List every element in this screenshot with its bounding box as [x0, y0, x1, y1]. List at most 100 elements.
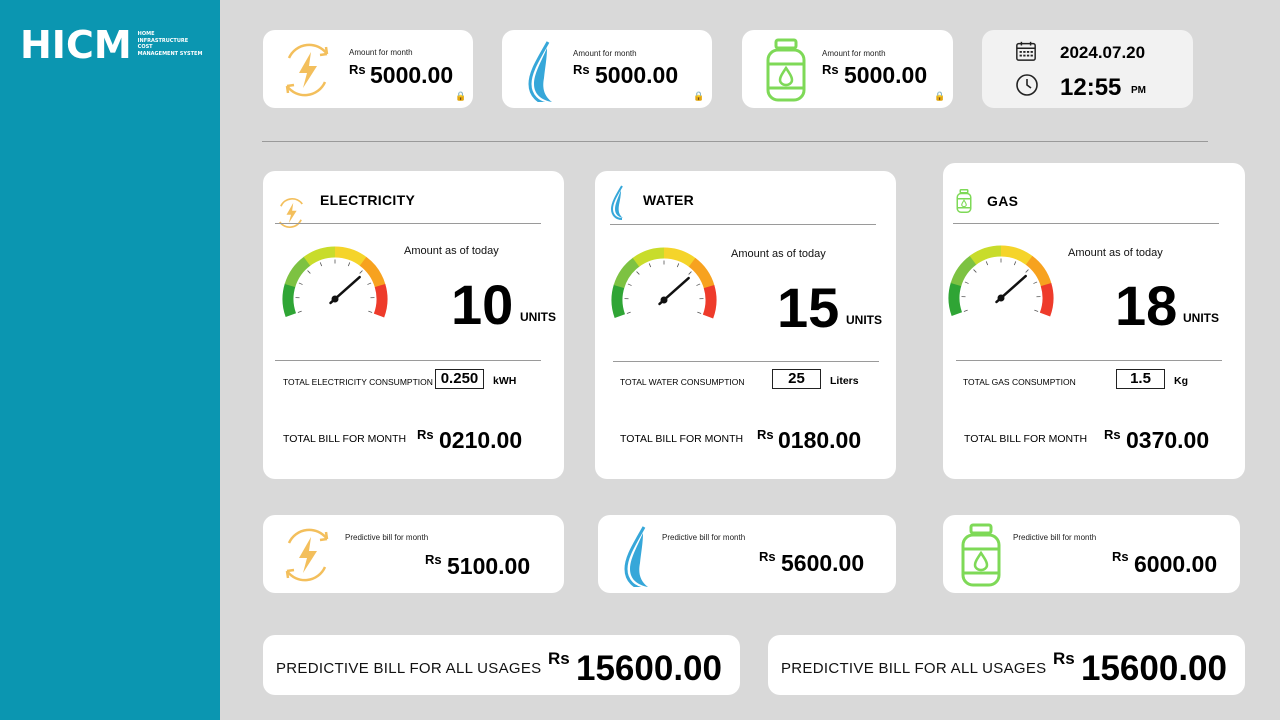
summary-label: Amount for month — [349, 48, 413, 57]
gauge-segment — [284, 256, 311, 288]
currency-label: Rs — [548, 649, 570, 668]
gauge-segment — [373, 283, 388, 318]
amount-caption: Amount as of today — [404, 245, 499, 257]
gauge-segment — [1039, 282, 1054, 317]
time-value: 12:55 — [1060, 74, 1122, 101]
utility-title: GAS — [987, 193, 1019, 209]
lock-icon: 🔒 — [693, 91, 705, 101]
gas-cylinder-icon — [961, 523, 1001, 587]
predictive-value: 5600.00 — [781, 550, 865, 576]
electricity-bolt-icon — [285, 43, 329, 97]
total-predictive-card[interactable]: PREDICTIVE BILL FOR ALL USAGES Rs 15600.… — [263, 635, 740, 695]
gauge-segment — [613, 257, 640, 289]
gauge-hub — [660, 296, 668, 304]
consumption-unit: kWH — [493, 375, 517, 387]
units-label: UNITS — [1183, 311, 1219, 325]
bill-value: 0180.00 — [778, 427, 862, 453]
gauge-hub — [331, 295, 339, 303]
section-divider — [275, 360, 541, 361]
amount-caption: Amount as of today — [731, 248, 826, 260]
units-label: UNITS — [520, 310, 556, 324]
amount-caption: Amount as of today — [1068, 247, 1163, 259]
water-predictive-card[interactable]: Predictive bill for month Rs 5600.00 — [598, 515, 896, 593]
section-divider — [262, 141, 1208, 142]
gauge-segment — [688, 257, 715, 289]
app-logo[interactable]: HICM HOME INFRASTRUCTURE COST MANAGEMENT… — [20, 23, 203, 67]
gauge-segment — [950, 255, 977, 287]
gas-summary-card[interactable]: Amount for month Rs 5000.00 🔒 — [742, 30, 953, 108]
logo-subtitle-line: MANAGEMENT SYSTEM — [137, 50, 203, 57]
bill-label: TOTAL BILL FOR MONTH — [964, 433, 1088, 445]
currency-label: Rs — [759, 549, 776, 564]
title-divider — [275, 223, 541, 224]
section-divider — [956, 360, 1222, 361]
gas-card[interactable]: GAS Amount as of today 18 UNITS TOTAL GA… — [943, 163, 1245, 479]
units-value: 15 — [777, 276, 840, 339]
date-value: 2024.07.20 — [1060, 43, 1146, 62]
electricity-bolt-icon — [285, 528, 329, 582]
summary-label: Amount for month — [822, 49, 886, 58]
currency-label: Rs — [573, 62, 590, 77]
usage-gauge — [948, 245, 1054, 317]
gauge-segment — [1000, 245, 1033, 266]
time-ampm: PM — [1131, 85, 1146, 96]
water-drop-icon — [528, 41, 552, 102]
summary-value: 5000.00 — [844, 62, 928, 88]
gas-cylinder-icon — [956, 189, 972, 213]
currency-label: Rs — [822, 62, 839, 77]
utility-title: WATER — [643, 192, 695, 208]
predictive-label: Predictive bill for month — [662, 533, 746, 542]
gauge-segment — [702, 284, 717, 319]
gauge-segment — [663, 247, 696, 268]
bill-value: 0370.00 — [1126, 427, 1210, 453]
gauge-segment — [611, 284, 626, 318]
calendar-icon — [1016, 41, 1036, 61]
title-divider — [610, 224, 876, 225]
water-card[interactable]: WATER Amount as of today 15 UNITS TOTAL … — [595, 171, 896, 479]
title-divider — [953, 223, 1219, 224]
summary-value: 5000.00 — [370, 62, 454, 88]
predictive-label: Predictive bill for month — [1013, 533, 1097, 542]
total-value: 15600.00 — [576, 649, 722, 688]
currency-label: Rs — [417, 427, 434, 442]
electricity-predictive-card[interactable]: Predictive bill for month Rs 5100.00 — [263, 515, 564, 593]
utility-title: ELECTRICITY — [320, 192, 416, 208]
logo-text: HICM — [20, 23, 132, 67]
currency-label: Rs — [757, 427, 774, 442]
electricity-summary-card[interactable]: Amount for month Rs 5000.00 🔒 — [263, 30, 473, 108]
gas-predictive-card[interactable]: Predictive bill for month Rs 6000.00 — [943, 515, 1240, 593]
consumption-unit: Liters — [830, 375, 859, 387]
lock-icon: 🔒 — [455, 91, 467, 101]
bill-value: 0210.00 — [439, 427, 523, 453]
gauge-hub — [997, 294, 1005, 302]
consumption-value: 25 — [772, 369, 821, 389]
datetime-card: 2024.07.20 12:55 PM — [982, 30, 1193, 108]
units-value: 18 — [1115, 274, 1178, 337]
currency-label: Rs — [1053, 649, 1075, 668]
consumption-value: 0.250 — [435, 369, 484, 389]
water-drop-icon — [610, 185, 623, 220]
predictive-label: Predictive bill for month — [345, 533, 429, 542]
summary-value: 5000.00 — [595, 62, 679, 88]
gauge-segment — [334, 246, 367, 267]
units-value: 10 — [451, 273, 514, 336]
gauge-segment — [282, 283, 297, 317]
electricity-card[interactable]: ELECTRICITY Amount as of today 10 UNITS … — [263, 171, 564, 479]
total-value: 15600.00 — [1081, 649, 1227, 688]
usage-gauge — [611, 247, 717, 319]
consumption-unit: Kg — [1174, 375, 1188, 387]
units-label: UNITS — [846, 313, 882, 327]
predictive-value: 5100.00 — [447, 553, 531, 579]
consumption-label: TOTAL GAS CONSUMPTION — [963, 377, 1076, 387]
gauge-segment — [948, 282, 963, 316]
gauge-segment — [632, 247, 665, 267]
clock-icon — [1016, 74, 1038, 96]
usage-gauge — [282, 246, 388, 318]
water-summary-card[interactable]: Amount for month Rs 5000.00 🔒 — [502, 30, 712, 108]
bill-label: TOTAL BILL FOR MONTH — [283, 433, 407, 445]
total-predictive-card[interactable]: PREDICTIVE BILL FOR ALL USAGES Rs 15600.… — [768, 635, 1245, 695]
lock-icon: 🔒 — [934, 91, 946, 101]
gas-cylinder-icon — [766, 38, 806, 102]
summary-label: Amount for month — [573, 49, 637, 58]
consumption-value: 1.5 — [1116, 369, 1165, 389]
